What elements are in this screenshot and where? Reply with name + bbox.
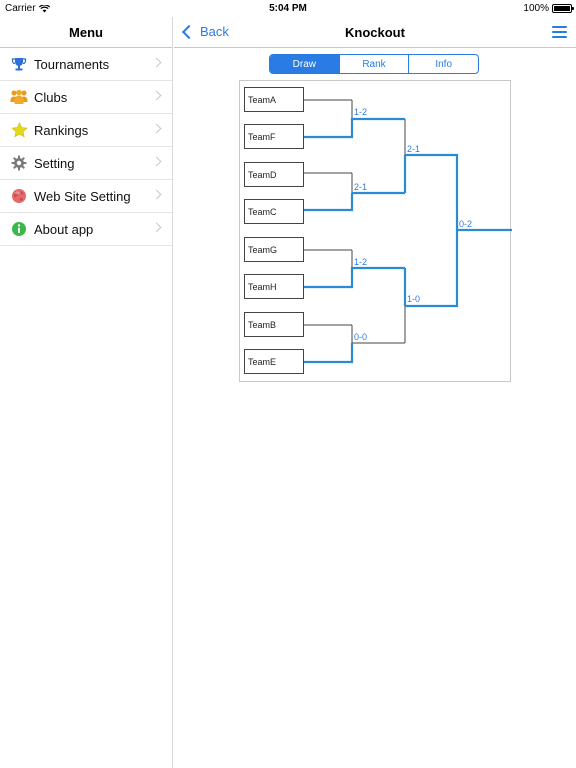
- sidebar-item-setting[interactable]: Setting: [0, 147, 172, 180]
- chevron-left-icon: [181, 24, 197, 39]
- sidebar-item-about-app[interactable]: About app: [0, 213, 172, 246]
- star-icon: [9, 120, 29, 140]
- match-score: 0-2: [459, 219, 473, 229]
- clock: 5:04 PM: [269, 3, 307, 14]
- match-score: 2-1: [407, 144, 421, 154]
- battery-icon: [552, 4, 574, 13]
- sidebar-item-label: Web Site Setting: [34, 188, 131, 204]
- match-score: 1-2: [354, 107, 368, 117]
- sidebar-item-rankings[interactable]: Rankings: [0, 114, 172, 147]
- team-slot[interactable]: TeamH: [244, 274, 304, 299]
- match-score: 1-2: [354, 257, 368, 267]
- battery-indicator: 100%: [523, 3, 574, 14]
- team-slot[interactable]: TeamD: [244, 162, 304, 187]
- team-slot[interactable]: TeamE: [244, 349, 304, 374]
- menu-icon[interactable]: [552, 26, 567, 38]
- sidebar-item-clubs[interactable]: Clubs: [0, 81, 172, 114]
- match-score: 1-0: [407, 294, 421, 304]
- sidebar-item-label: Tournaments: [34, 56, 110, 72]
- app-root: Carrier 5:04 PM 100% Menu Tournaments Cl…: [0, 0, 576, 768]
- chevron-right-icon: [151, 123, 162, 134]
- chevron-right-icon: [151, 90, 162, 101]
- match-score: 2-1: [354, 182, 368, 192]
- sidebar-item-label: About app: [34, 221, 94, 237]
- sidebar-item-label: Clubs: [34, 89, 68, 105]
- chevron-right-icon: [151, 57, 162, 68]
- main-panel: Back Knockout Draw Rank Info TeamA TeamF…: [174, 17, 576, 768]
- sidebar-item-label: Rankings: [34, 122, 89, 138]
- globe-icon: [9, 186, 29, 206]
- chevron-right-icon: [151, 222, 162, 233]
- team-slot[interactable]: TeamG: [244, 237, 304, 262]
- trophy-icon: [9, 54, 29, 74]
- sidebar-title: Menu: [69, 24, 103, 40]
- chevron-right-icon: [151, 189, 162, 200]
- tab-info[interactable]: Info: [408, 55, 478, 73]
- info-icon: [9, 219, 29, 239]
- sidebar-header: Menu: [0, 17, 172, 48]
- status-bar: Carrier 5:04 PM 100%: [0, 0, 576, 17]
- tab-draw[interactable]: Draw: [270, 55, 339, 73]
- sidebar-item-tournaments[interactable]: Tournaments: [0, 48, 172, 81]
- match-score: 0-0: [354, 332, 368, 342]
- team-slot[interactable]: TeamF: [244, 124, 304, 149]
- knockout-bracket: TeamA TeamF TeamD TeamC TeamG TeamH Team…: [239, 80, 512, 382]
- tab-bar: Draw Rank Info: [269, 54, 479, 74]
- main-header: Back Knockout: [174, 17, 576, 48]
- team-slot[interactable]: TeamC: [244, 199, 304, 224]
- page-title: Knockout: [345, 25, 405, 40]
- sidebar-item-label: Setting: [34, 155, 75, 171]
- sidebar: Menu Tournaments Clubs Rankings Setting …: [0, 17, 173, 768]
- people-icon: [9, 87, 29, 107]
- team-slot[interactable]: TeamA: [244, 87, 304, 112]
- gear-icon: [9, 153, 29, 173]
- chevron-right-icon: [151, 156, 162, 167]
- tab-rank[interactable]: Rank: [338, 55, 409, 73]
- back-label: Back: [200, 24, 229, 39]
- back-button[interactable]: Back: [180, 24, 229, 39]
- battery-percent: 100%: [523, 3, 549, 14]
- sidebar-item-web-site-setting[interactable]: Web Site Setting: [0, 180, 172, 213]
- team-slot[interactable]: TeamB: [244, 312, 304, 337]
